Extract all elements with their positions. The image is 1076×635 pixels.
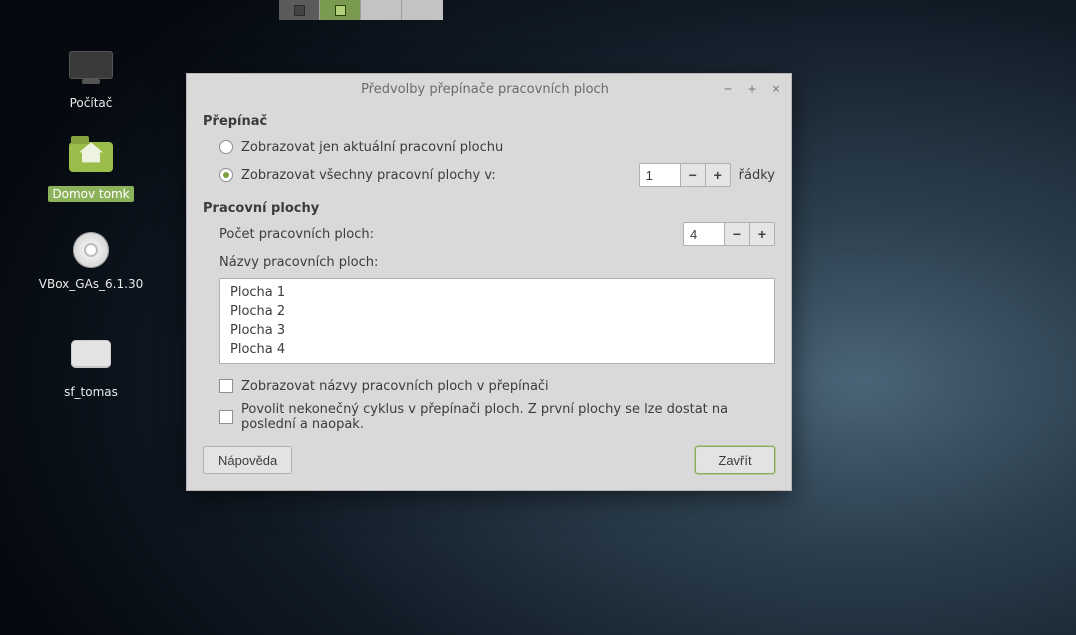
rows-input[interactable] — [639, 163, 681, 187]
window-close-button[interactable]: × — [769, 82, 783, 96]
desktop-icon-optical[interactable]: VBox_GAs_6.1.30 — [31, 232, 151, 292]
desktop-icon-label: VBox_GAs_6.1.30 — [35, 276, 147, 292]
list-item[interactable]: Plocha 4 — [220, 340, 774, 359]
monitor-icon — [69, 51, 113, 79]
radio-label: Zobrazovat všechny pracovní plochy v: — [241, 168, 496, 183]
titlebar[interactable]: Předvolby přepínače pracovních ploch − +… — [187, 74, 791, 104]
workspace-count-label: Počet pracovních ploch: — [219, 227, 374, 242]
drive-icon — [71, 340, 111, 368]
desktop-icon-home[interactable]: Domov tomk — [31, 138, 151, 202]
desktop-background: Počítač Domov tomk VBox_GAs_6.1.30 sf_to… — [0, 0, 1076, 635]
radio-icon[interactable] — [219, 168, 233, 182]
desktop-icon-share[interactable]: sf_tomas — [31, 336, 151, 400]
desktop-icon-label: Domov tomk — [48, 186, 133, 202]
panel-workspace-2[interactable] — [320, 0, 361, 20]
workspace-count-increment-button[interactable]: + — [749, 222, 775, 246]
radio-label: Zobrazovat jen aktuální pracovní plochu — [241, 140, 503, 155]
disc-icon — [73, 232, 109, 268]
list-item[interactable]: Plocha 2 — [220, 302, 774, 321]
close-button[interactable]: Zavřít — [695, 446, 775, 474]
rows-increment-button[interactable]: + — [705, 163, 731, 187]
panel-workspace-switcher[interactable] — [279, 0, 443, 20]
checkbox-row-wrap[interactable]: Povolit nekonečný cyklus v přepínači plo… — [203, 402, 775, 432]
radio-icon[interactable] — [219, 140, 233, 154]
workspace-names-label: Názvy pracovních ploch: — [219, 255, 378, 270]
panel-workspace-1[interactable] — [279, 0, 320, 20]
workspace-count-spinbutton[interactable]: − + — [683, 222, 775, 246]
workspace-names-listbox[interactable]: Plocha 1 Plocha 2 Plocha 3 Plocha 4 — [219, 278, 775, 364]
checkbox-label: Zobrazovat názvy pracovních ploch v přep… — [241, 379, 549, 394]
workspace-count-row: Počet pracovních ploch: − + — [203, 222, 775, 246]
list-item[interactable]: Plocha 3 — [220, 321, 774, 340]
checkbox-row-show-names[interactable]: Zobrazovat názvy pracovních ploch v přep… — [203, 374, 775, 398]
workspace-switcher-preferences-dialog: Předvolby přepínače pracovních ploch − +… — [186, 73, 792, 491]
workspace-count-decrement-button[interactable]: − — [724, 222, 750, 246]
radio-row-show-all[interactable]: Zobrazovat všechny pracovní plochy v: − … — [203, 163, 775, 187]
panel-workspace-4[interactable] — [402, 0, 443, 20]
workspace-count-input[interactable] — [683, 222, 725, 246]
list-item[interactable]: Plocha 1 — [220, 283, 774, 302]
checkbox-icon[interactable] — [219, 379, 233, 393]
help-button[interactable]: Nápověda — [203, 446, 292, 474]
window-title: Předvolby přepínače pracovních ploch — [195, 82, 721, 97]
desktop-icon-computer[interactable]: Počítač — [31, 51, 151, 111]
checkbox-icon[interactable] — [219, 410, 233, 424]
workspace-names-label-row: Názvy pracovních ploch: — [203, 250, 775, 274]
radio-row-current-only[interactable]: Zobrazovat jen aktuální pracovní plochu — [203, 135, 775, 159]
section-switcher-heading: Přepínač — [203, 114, 775, 129]
panel-workspace-3[interactable] — [361, 0, 402, 20]
desktop-icon-label: sf_tomas — [60, 384, 122, 400]
desktop-icon-label: Počítač — [66, 95, 117, 111]
rows-suffix: řádky — [739, 168, 775, 183]
rows-spinbutton[interactable]: − + — [639, 163, 731, 187]
window-maximize-button[interactable]: + — [745, 82, 759, 96]
home-folder-icon — [69, 142, 113, 172]
rows-decrement-button[interactable]: − — [680, 163, 706, 187]
checkbox-label: Povolit nekonečný cyklus v přepínači plo… — [241, 402, 775, 432]
section-workspaces-heading: Pracovní plochy — [203, 201, 775, 216]
window-minimize-button[interactable]: − — [721, 82, 735, 96]
